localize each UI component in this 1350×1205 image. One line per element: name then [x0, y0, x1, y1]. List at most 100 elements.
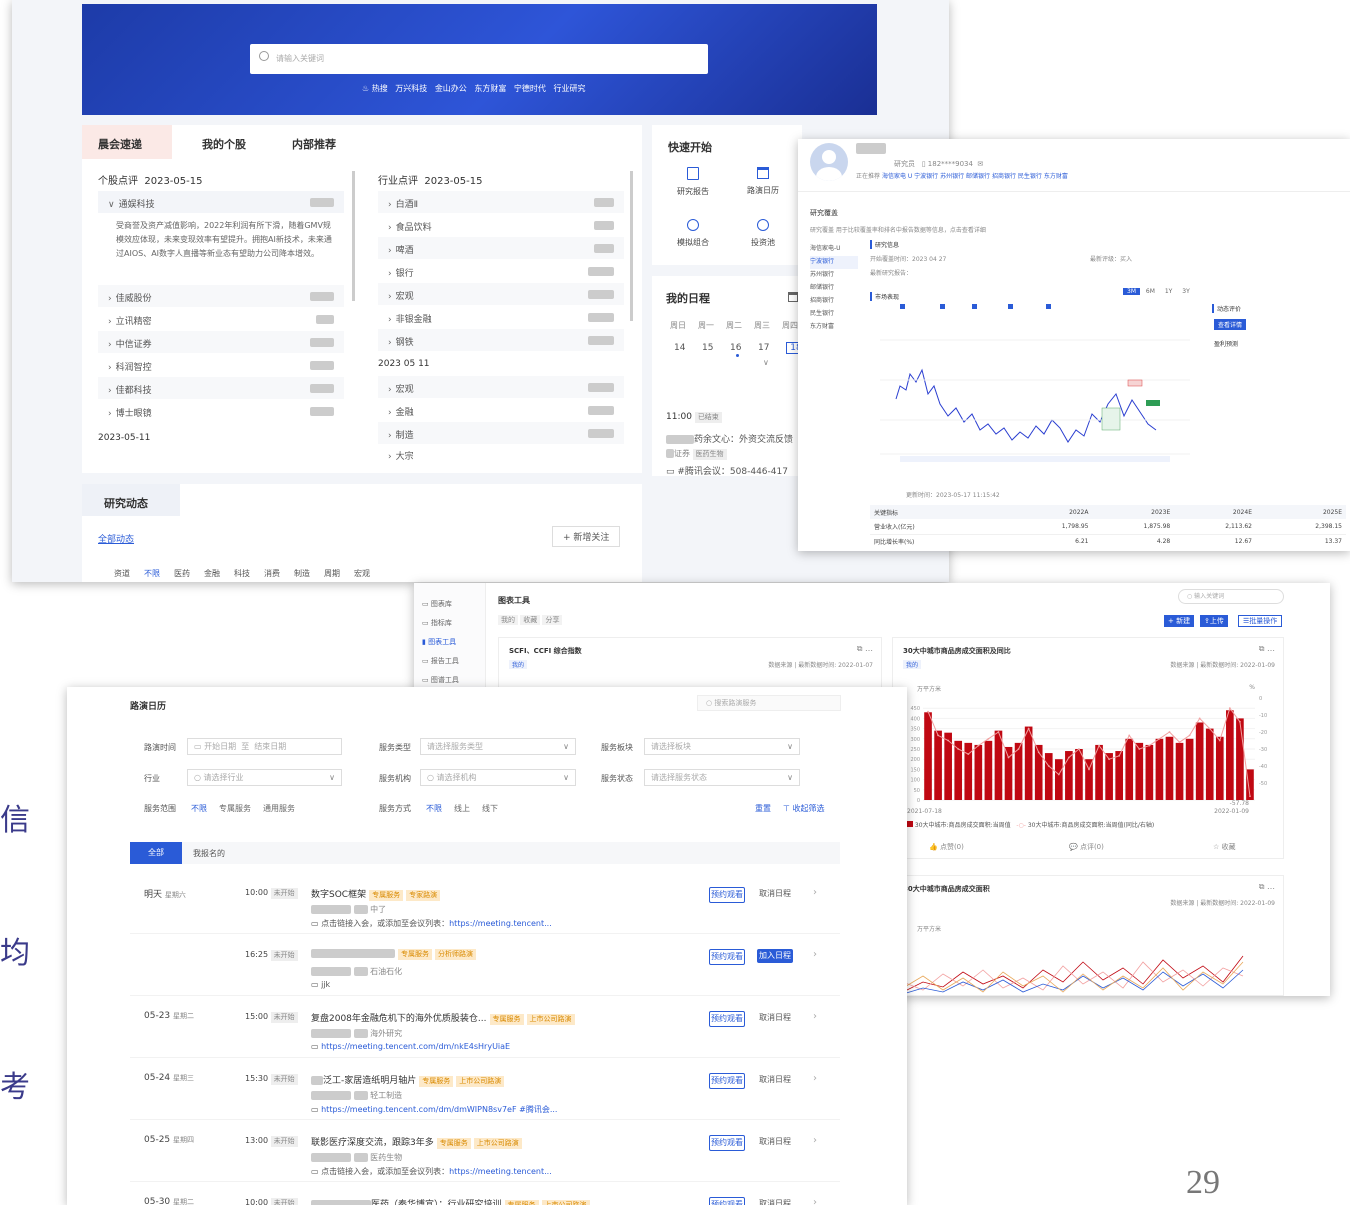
list-item[interactable]: › 大宗	[378, 445, 624, 461]
hot-item[interactable]: 行业研究	[553, 84, 585, 93]
event-link[interactable]: ▭ https://meeting.tencent.com/dm/nkE4sHr…	[311, 1042, 510, 1051]
event-title[interactable]: 医药（秦华博宜）：行业研究培训 专属服务 上市公司路演	[311, 1197, 590, 1205]
search-box[interactable]: 请输入关键词	[250, 44, 708, 74]
quick-report[interactable]: 研究报告	[668, 167, 718, 197]
event-title[interactable]: 泛工-家居造纸明月轴片 专属服务 上市公司路演	[311, 1073, 505, 1087]
chart-card-30city-area[interactable]: 30大中城市商品房成交面积 数据来源 | 最新数据时间: 2022-01-09 …	[892, 875, 1284, 996]
schedule-button[interactable]: 取消日程	[757, 887, 793, 901]
view-button[interactable]: 查看详情	[1214, 319, 1247, 330]
scope-option[interactable]: 通用服务	[263, 804, 295, 813]
schedule-button[interactable]: 取消日程	[757, 1135, 793, 1149]
card-edit-icon[interactable]: ⧉ …	[1259, 644, 1275, 654]
sidebar-item[interactable]: 邮储银行	[810, 282, 858, 295]
filter-option[interactable]: 周期	[324, 569, 340, 578]
collapse-filter-button[interactable]: ⊤ 收起筛选	[783, 803, 825, 814]
reserve-button[interactable]: 预约观看	[709, 949, 745, 965]
sidebar-item[interactable]: 招商银行	[810, 295, 858, 308]
sidebar-item[interactable]: 苏州银行	[810, 269, 858, 282]
scrollbar[interactable]	[352, 171, 355, 301]
subtab[interactable]: 收藏	[520, 615, 541, 625]
quick-portfolio[interactable]: 模拟组合	[668, 219, 718, 248]
event-row[interactable]: 05-23 星期二 15:00 未开始 复盘2008年金融危机下的海外优质股装仓..…	[67, 997, 907, 1058]
card-edit-icon[interactable]: ⧉ …	[1259, 882, 1275, 892]
tab-morning[interactable]: 晨会速递	[82, 125, 172, 159]
card-edit-icon[interactable]: ⧉ …	[857, 644, 873, 654]
event-row[interactable]: 05-25 星期四 13:00 未开始 联影医疗深度交流，跟踪3年多 专属服务 上市公司…	[67, 1121, 907, 1182]
list-item[interactable]: › 白酒Ⅱ	[378, 191, 624, 213]
roadshow-search[interactable]: ○ 搜索路演服务	[697, 695, 841, 711]
list-item[interactable]: › 立讯精密	[98, 308, 344, 330]
event-row[interactable]: 明天 星期六 10:00 未开始 数字SOC框架 专属服务 专家路演 中了 ▭ 点击链接入…	[67, 873, 907, 934]
reset-button[interactable]: 重置	[755, 803, 771, 814]
sidebar-item[interactable]: 海信家电-U	[810, 243, 858, 256]
state-select[interactable]: 请选择服务状态 ∨	[644, 769, 800, 786]
filter-option[interactable]: 医药	[174, 569, 190, 578]
event-title[interactable]: 药余文心：外资交流反馈	[666, 432, 793, 445]
mode-option[interactable]: 线下	[482, 804, 498, 813]
tab-internal[interactable]: 内部推荐	[292, 136, 336, 152]
schedule-button[interactable]: 取消日程	[757, 1073, 793, 1087]
filter-selected[interactable]: 不限	[144, 569, 160, 578]
like-button[interactable]: 👍 点赞(0)	[929, 842, 964, 852]
nav-item-selected[interactable]: ▮ 图表工具	[422, 637, 456, 647]
day-cell[interactable]: 17	[758, 343, 786, 353]
chevron-right-icon[interactable]: ›	[813, 887, 817, 898]
schedule-button[interactable]: 取消日程	[757, 1197, 793, 1205]
industry-select[interactable]: ○ 请选择行业 ∨	[187, 769, 342, 786]
nav-item[interactable]: ▭ 报告工具	[422, 656, 459, 666]
sidebar-item[interactable]: 东方财富	[810, 321, 858, 334]
nav-item[interactable]: ▭ 指标库	[422, 618, 452, 628]
range-3m[interactable]: 3M	[1123, 288, 1140, 295]
quick-roadshow[interactable]: 路演日历	[738, 167, 788, 196]
range-3y[interactable]: 3Y	[1178, 288, 1193, 295]
filter-option[interactable]: 制造	[294, 569, 310, 578]
reserve-button[interactable]: 预约观看	[709, 887, 745, 903]
event-link[interactable]: ▭ jjk	[311, 980, 330, 989]
reserve-button[interactable]: 预约观看	[709, 1011, 745, 1027]
reserve-button[interactable]: 预约观看	[709, 1073, 745, 1089]
filter-option[interactable]: 宏观	[354, 569, 370, 578]
event-row[interactable]: 16:25 未开始 专属服务 分析师路演 石油石化 ▭ jjk 预约观看 加入日程 ›	[67, 935, 907, 996]
list-item[interactable]: › 博士眼镜	[98, 400, 344, 422]
hot-item[interactable]: 东方财富	[474, 84, 506, 93]
chart-search-input[interactable]: ○ 输入关键词	[1178, 589, 1284, 604]
filter-option[interactable]: 金融	[204, 569, 220, 578]
event-title[interactable]: 复盘2008年金融危机下的海外优质股装仓... 专属服务 上市公司路演	[311, 1011, 575, 1025]
list-item[interactable]: › 银行	[378, 260, 624, 282]
list-item[interactable]: › 宏观	[378, 283, 624, 305]
all-dynamics-link[interactable]: 全部动态	[98, 532, 134, 545]
chevron-right-icon[interactable]: ›	[813, 1073, 817, 1084]
new-chart-button[interactable]: + 新建	[1164, 615, 1195, 627]
filter-option[interactable]: 科技	[234, 569, 250, 578]
list-item[interactable]: › 中信证券	[98, 331, 344, 353]
chevron-right-icon[interactable]: ›	[813, 1135, 817, 1146]
chevron-right-icon[interactable]: ›	[813, 1197, 817, 1205]
event-title[interactable]: 数字SOC框架 专属服务 专家路演	[311, 887, 441, 901]
chevron-right-icon[interactable]: ›	[813, 949, 817, 960]
tab-all[interactable]: 全部	[130, 842, 182, 864]
schedule-button[interactable]: 加入日程	[757, 949, 793, 963]
batch-button[interactable]: ☰批量操作	[1238, 615, 1283, 627]
schedule-button[interactable]: 取消日程	[757, 1011, 793, 1025]
filter-option[interactable]: 消费	[264, 569, 280, 578]
scope-option[interactable]: 专属服务	[219, 804, 251, 813]
day-cell[interactable]: 15	[702, 343, 730, 353]
list-item[interactable]: › 钢铁	[378, 329, 624, 351]
follow-button[interactable]: + 新增关注	[552, 526, 621, 547]
hot-item[interactable]: 宁德时代	[514, 84, 546, 93]
event-link[interactable]: ▭ 点击链接入会，或添加至会议列表：https://meeting.tencen…	[311, 918, 552, 929]
chevron-right-icon[interactable]: ›	[813, 1011, 817, 1022]
event-row[interactable]: 05-24 星期三 15:30 未开始 泛工-家居造纸明月轴片 专属服务 上市公司路演 …	[67, 1059, 907, 1120]
comment-button[interactable]: 💬 点评(0)	[1069, 842, 1104, 852]
list-item[interactable]: › 食品饮料	[378, 214, 624, 236]
time-slider[interactable]	[900, 456, 1170, 462]
type-select[interactable]: 请选择服务类型 ∨	[420, 738, 576, 755]
list-item[interactable]: › 佳都科技	[98, 377, 344, 399]
tab-my-stocks[interactable]: 我的个股	[202, 136, 246, 152]
chart-card-30city[interactable]: 30大中城市商品房成交面积及同比 我的 数据来源 | 最新数据时间: 2022-…	[892, 637, 1284, 859]
sidebar-item-selected[interactable]: 宁波银行	[810, 256, 858, 269]
list-item-expanded[interactable]: ∨ 通娱科技	[98, 191, 344, 213]
mode-option[interactable]: 线上	[454, 804, 470, 813]
mode-option-selected[interactable]: 不限	[426, 804, 442, 813]
list-item[interactable]: › 佳威股份	[98, 285, 344, 307]
